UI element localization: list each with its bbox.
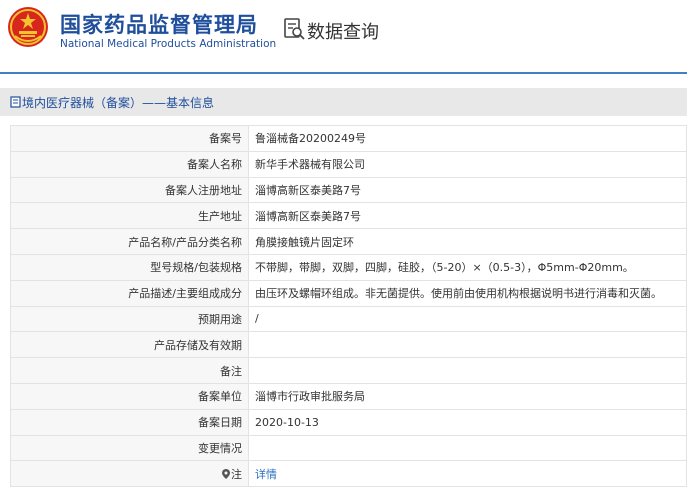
agency-name-cn: 国家药品监督管理局 <box>60 13 258 37</box>
table-row: 备案单位 淄博市行政审批服务局 <box>10 382 687 410</box>
row-label: 备案单位 <box>10 382 249 410</box>
breadcrumb-text: 境内医疗器械（备案）——基本信息 <box>22 96 215 110</box>
data-query-icon <box>284 18 305 40</box>
row-value: 由压环及螺帽环组成。非无菌提供。使用前由使用机构根据说明书进行消毒和灭菌。 <box>248 279 687 307</box>
basic-info-table: 备案号 鲁淄械备20200249号 备案人名称 新华手术器械有限公司 备案人注册地址 淄博… <box>10 125 687 488</box>
row-label: 备案人注册地址 <box>10 176 249 204</box>
row-value: 淄博市行政审批服务局 <box>248 382 687 410</box>
row-label: 预期用途 <box>10 305 249 333</box>
row-value <box>248 434 687 462</box>
table-row: 产品存储及有效期 <box>10 331 687 359</box>
table-row: 变更情况 <box>10 434 687 462</box>
table-row: 产品描述/主要组成成分 由压环及螺帽环组成。非无菌提供。使用前由使用机构根据说明书… <box>10 279 687 307</box>
table-row: 生产地址 淄博高新区泰美路7号 <box>10 202 687 230</box>
table-row: 预期用途 / <box>10 305 687 333</box>
breadcrumb: 境内医疗器械（备案）——基本信息 <box>0 88 687 116</box>
site-header: 国家药品监督管理局 National Medical Products Admi… <box>0 0 687 72</box>
location-pin-icon <box>222 468 230 479</box>
row-value: 不带脚，带脚，双脚，四脚，硅胶，（5-20）×（0.5-3），Φ5mm-Φ20m… <box>248 253 687 281</box>
row-value: 详情 <box>248 460 687 488</box>
table-row: 备案号 鲁淄械备20200249号 <box>10 125 687 152</box>
row-label: 备案人名称 <box>10 150 249 178</box>
row-value <box>248 331 687 359</box>
row-value: 2020-10-13 <box>248 408 687 436</box>
row-value: 鲁淄械备20200249号 <box>248 125 687 152</box>
table-row: 产品名称/产品分类名称 角膜接触镜片固定环 <box>10 228 687 255</box>
row-label: 型号规格/包装规格 <box>10 253 249 281</box>
row-value: 淄博高新区泰美路7号 <box>248 202 687 230</box>
row-value <box>248 357 687 384</box>
row-value: 新华手术器械有限公司 <box>248 150 687 178</box>
row-label: 产品存储及有效期 <box>10 331 249 359</box>
row-label: 变更情况 <box>10 434 249 462</box>
detail-link[interactable]: 详情 <box>255 468 277 481</box>
table-row: 型号规格/包装规格 不带脚，带脚，双脚，四脚，硅胶，（5-20）×（0.5-3），… <box>10 253 687 281</box>
document-icon <box>10 96 21 108</box>
row-label: 产品名称/产品分类名称 <box>10 228 249 255</box>
table-row-note: 注 详情 <box>10 460 687 488</box>
header-divider <box>0 72 687 74</box>
table-row: 备案人名称 新华手术器械有限公司 <box>10 150 687 178</box>
note-label-text: 注 <box>231 467 242 481</box>
row-value: 角膜接触镜片固定环 <box>248 228 687 255</box>
row-value: / <box>248 305 687 333</box>
row-value: 淄博高新区泰美路7号 <box>248 176 687 204</box>
row-label: 生产地址 <box>10 202 249 230</box>
agency-name-en: National Medical Products Administration <box>60 38 277 50</box>
row-label: 备案号 <box>10 125 249 152</box>
table-row: 备注 <box>10 357 687 384</box>
national-emblem-icon <box>8 7 48 47</box>
table-row: 备案日期 2020-10-13 <box>10 408 687 436</box>
table-row: 备案人注册地址 淄博高新区泰美路7号 <box>10 176 687 204</box>
data-query-title[interactable]: 数据查询 <box>307 18 379 44</box>
row-label: 产品描述/主要组成成分 <box>10 279 249 307</box>
row-label: 备注 <box>10 357 249 384</box>
row-label: 备案日期 <box>10 408 249 436</box>
row-label: 注 <box>10 460 249 488</box>
